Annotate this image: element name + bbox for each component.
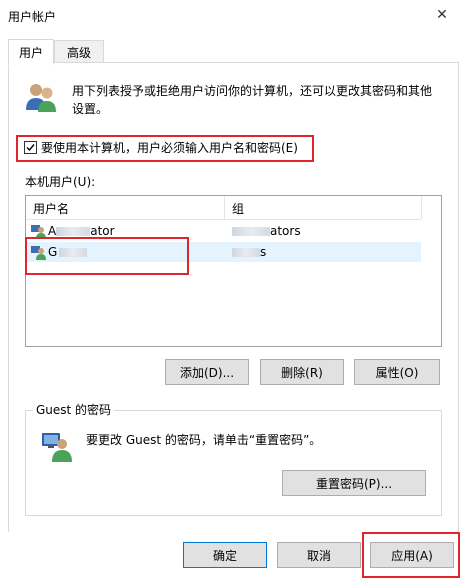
- highlight-checkbox: [16, 135, 314, 162]
- highlight-guest-row: [25, 237, 189, 275]
- password-group: [25, 410, 442, 516]
- password-instructions: 要更改 Guest 的密码，请单击“重置密码”。: [86, 433, 322, 447]
- password-group-title: Guest 的密码: [33, 401, 115, 418]
- group-cell: s: [232, 245, 266, 259]
- users-icon: [26, 84, 56, 112]
- intro-text: 用下列表授予或拒绝用户访问你的计算机，还可以更改其密码和其他设置。: [72, 84, 433, 116]
- group-cell: ators: [232, 224, 301, 238]
- title-bar: 用户帐户 ✕: [0, 0, 465, 30]
- column-separator[interactable]: [421, 196, 422, 219]
- close-icon: ✕: [436, 7, 448, 23]
- tab-users[interactable]: 用户: [8, 39, 54, 65]
- ok-button[interactable]: 确定: [183, 542, 267, 568]
- add-user-button[interactable]: 添加(D)...: [165, 359, 249, 385]
- reset-password-button[interactable]: 重置密码(P)...: [282, 470, 426, 496]
- window-title: 用户帐户: [8, 10, 57, 24]
- redacted-text: [232, 248, 260, 257]
- column-separator[interactable]: [224, 196, 225, 219]
- redacted-text: [56, 227, 91, 236]
- highlight-apply: [362, 532, 460, 578]
- column-username[interactable]: 用户名: [33, 200, 69, 217]
- redacted-text: [232, 227, 270, 236]
- close-button[interactable]: ✕: [419, 0, 465, 30]
- guest-user-icon: [42, 433, 72, 462]
- remove-user-button[interactable]: 删除(R): [260, 359, 344, 385]
- properties-button[interactable]: 属性(O): [354, 359, 440, 385]
- column-group[interactable]: 组: [232, 200, 244, 217]
- cancel-button[interactable]: 取消: [277, 542, 361, 568]
- username-cell: Aator: [48, 224, 115, 238]
- list-header: 用户名 组: [26, 196, 422, 220]
- tab-advanced[interactable]: 高级: [54, 40, 104, 64]
- users-label: 本机用户(U):: [25, 175, 96, 189]
